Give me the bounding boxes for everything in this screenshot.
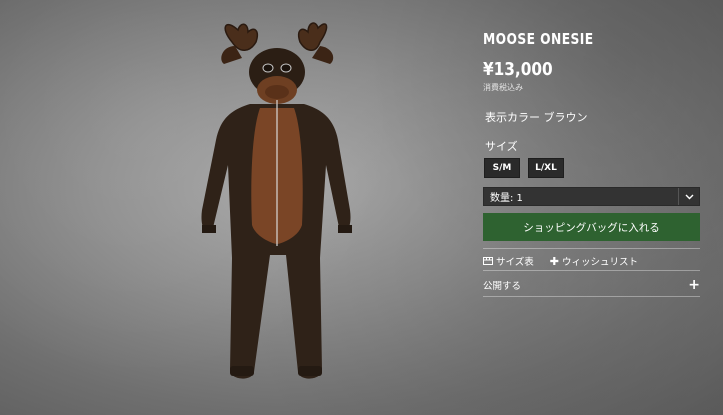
divider: [483, 270, 700, 271]
wishlist-link[interactable]: ✚ ウィッシュリスト: [549, 254, 638, 269]
moose-onesie-image: [201, 22, 352, 379]
size-chart-label: サイズ表: [496, 257, 534, 268]
size-button-l-xl[interactable]: L/XL: [528, 158, 564, 178]
product-price: ¥13,000: [483, 59, 553, 80]
expand-plus-icon[interactable]: +: [688, 278, 700, 292]
publish-toggle-row[interactable]: 公開する +: [483, 278, 700, 292]
quantity-select[interactable]: 数量: 1: [483, 187, 700, 206]
publish-label: 公開する: [483, 281, 522, 292]
size-chart-link[interactable]: サイズ表: [483, 254, 534, 268]
plus-icon: ✚: [549, 254, 559, 268]
product-title: MOOSE ONESIE: [483, 30, 594, 48]
add-to-bag-button[interactable]: ショッピングバッグに入れる: [483, 213, 700, 241]
quantity-value: 数量: 1: [490, 193, 523, 204]
tax-note: 消費税込み: [483, 83, 523, 92]
divider: [483, 296, 700, 297]
utility-links: サイズ表 ✚ ウィッシュリスト: [483, 254, 700, 268]
divider: [483, 248, 700, 249]
chevron-down-icon[interactable]: [678, 188, 699, 205]
size-chart-icon: [483, 257, 493, 265]
wishlist-label: ウィッシュリスト: [561, 257, 638, 268]
size-heading: サイズ: [485, 140, 518, 153]
size-button-s-m[interactable]: S/M: [484, 158, 520, 178]
color-label: 表示カラー ブラウン: [485, 111, 588, 124]
